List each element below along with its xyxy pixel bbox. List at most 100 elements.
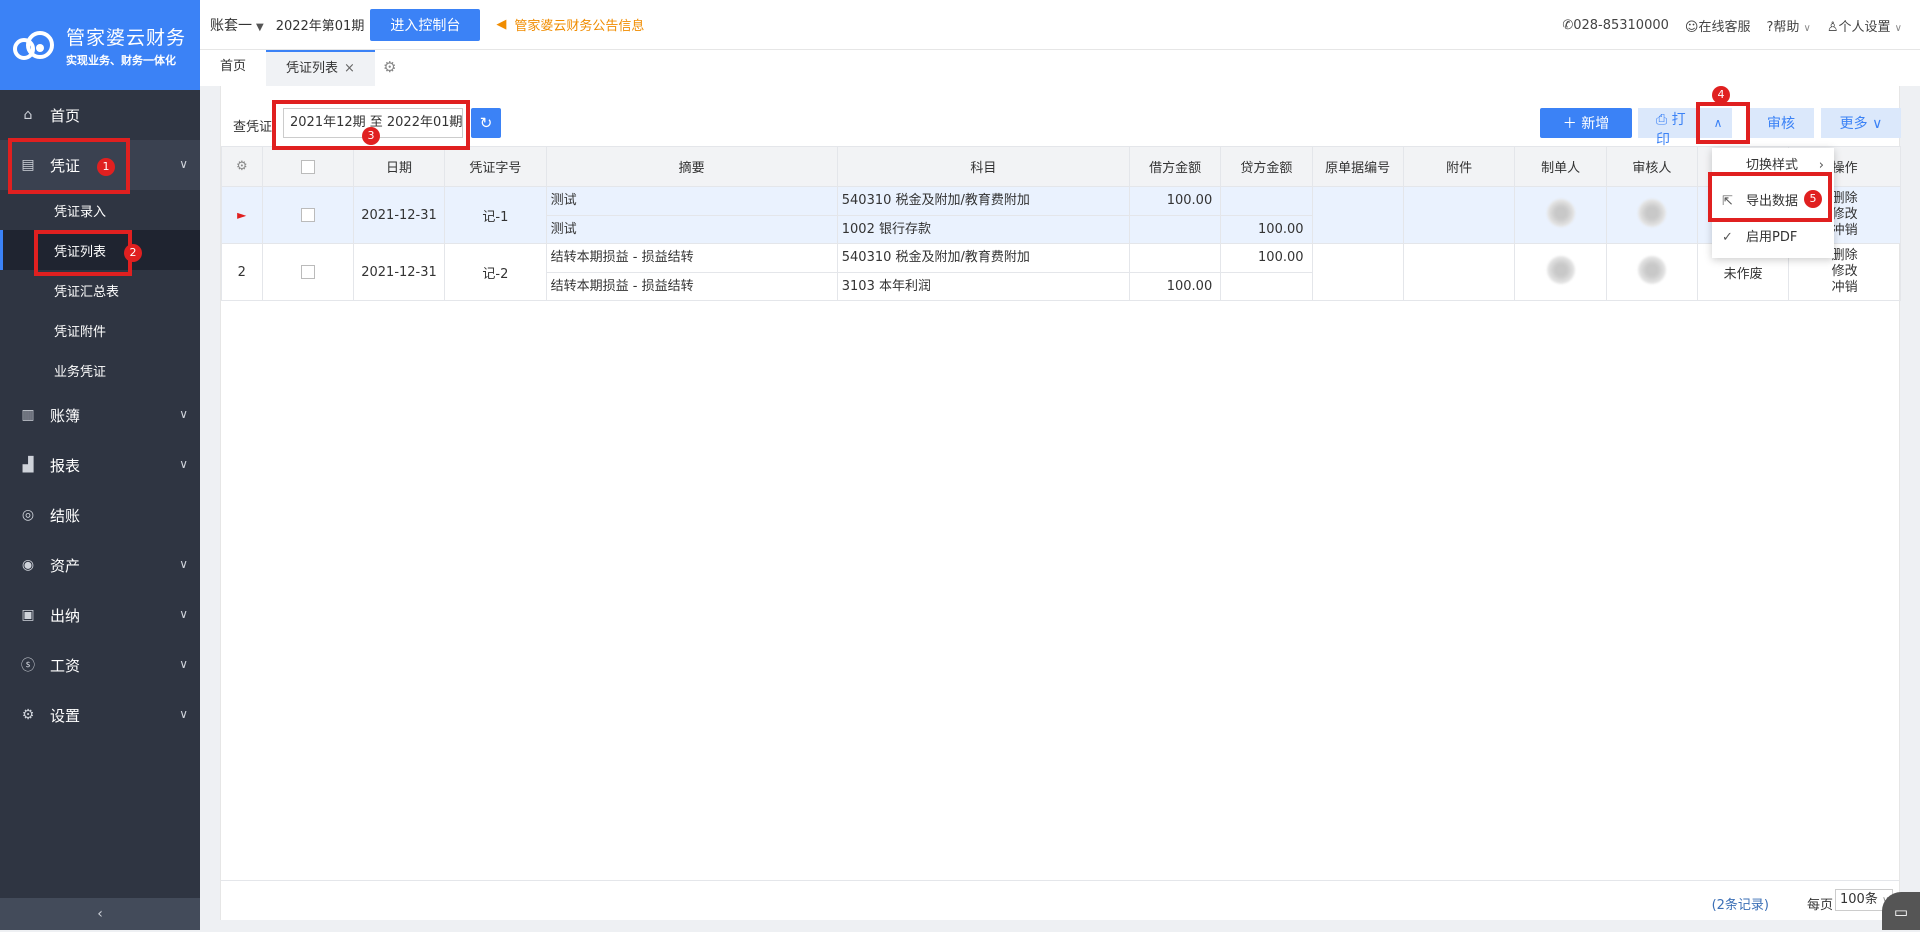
column-header[interactable]: 贷方金额 <box>1220 146 1313 187</box>
avatar <box>1546 256 1575 284</box>
sidebar-sub-voucher-attachment[interactable]: 凭证附件 <box>0 310 200 350</box>
sidebar-item-reports[interactable]: ▟ 报表 ∨ <box>0 440 200 490</box>
row-creator <box>1514 243 1607 301</box>
salary-icon: ⓢ <box>21 658 35 674</box>
row-date: 2021-12-31 <box>352 186 446 244</box>
add-button[interactable]: ＋ 新增 <box>1540 108 1632 138</box>
row-attachment <box>1402 186 1516 244</box>
tab-bar: 首页 凭证列表 × ⚙ <box>200 50 1920 86</box>
sidebar-item-cashier[interactable]: ▣ 出纳 ∨ <box>0 590 200 640</box>
row-date: 2021-12-31 <box>352 243 446 301</box>
row-attachment <box>1402 243 1516 301</box>
row-voucher-no[interactable]: 记-1 <box>444 186 547 244</box>
debit-amount: 100.00 <box>1166 193 1213 208</box>
audit-button[interactable]: 审核 <box>1748 108 1814 138</box>
sidebar-item-settings[interactable]: ⚙ 设置 ∨ <box>0 690 200 740</box>
tab-voucher-list[interactable]: 凭证列表 × <box>266 50 375 86</box>
summary-line: 测试 <box>546 215 837 243</box>
announcement-link[interactable]: 管家婆云财务公告信息 <box>514 15 644 34</box>
account-name: 账套一 <box>210 17 252 34</box>
help-menu[interactable]: ?帮助 ∨ <box>1766 16 1810 35</box>
enter-console-button[interactable]: 进入控制台 <box>370 8 481 41</box>
current-row-arrow-icon: ► <box>221 186 263 244</box>
phone-icon: ✆ <box>1562 17 1574 33</box>
chevron-down-icon: ∨ <box>179 657 188 671</box>
account-line: 540310 税金及附加/教育费附加 <box>841 193 1030 208</box>
credit-amount <box>1221 272 1312 300</box>
main-content: 查凭证 2021年12期 至 2022年01期 ∨ ↻ ＋ 新增 ⎙ 打印 ∧ … <box>220 86 1901 920</box>
sidebar-item-label: 出纳 <box>50 606 81 625</box>
column-header[interactable]: 附件 <box>1402 146 1516 187</box>
chevron-down-icon: ∨ <box>1803 22 1811 34</box>
sidebar-sub-voucher-entry[interactable]: 凭证录入 <box>0 190 200 230</box>
checkmark-icon: ✓ <box>1722 230 1733 245</box>
credit-amount: 100.00 <box>1258 250 1304 265</box>
annotation-badge-4: 4 <box>1712 86 1730 104</box>
row-reviewer <box>1605 186 1699 244</box>
summary-line: 结转本期损益 - 损益结转 <box>550 250 694 265</box>
chevron-down-icon: ∨ <box>179 557 188 571</box>
account-line: 1002 银行存款 <box>837 215 1129 243</box>
edit-link[interactable]: 修改 <box>1789 264 1900 280</box>
more-button[interactable]: 更多 ∨ <box>1821 108 1901 138</box>
home-icon: ⌂ <box>23 107 33 123</box>
user-icon: ♙ <box>1826 19 1839 35</box>
summary-line: 结转本期损益 - 损益结转 <box>546 272 837 300</box>
account-selector[interactable]: 账套一 ▼ <box>210 15 264 35</box>
sidebar-collapse-button[interactable]: ‹ <box>0 898 200 930</box>
row-voucher-no[interactable]: 记-2 <box>444 243 547 301</box>
select-all-checkbox[interactable] <box>261 146 354 187</box>
debit-amount <box>1129 215 1221 243</box>
column-header[interactable]: 凭证字号 <box>444 146 547 187</box>
row-account: 540310 税金及附加/教育费附加 1002 银行存款 <box>836 186 1130 244</box>
sidebar-sub-business-voucher[interactable]: 业务凭证 <box>0 350 200 390</box>
reverse-link[interactable]: 冲销 <box>1789 280 1900 296</box>
row-checkbox[interactable] <box>261 186 354 244</box>
table-row[interactable]: ► 2021-12-31 记-1 测试 测试 540310 税金及附加/教育费附… <box>221 186 1901 244</box>
sidebar-item-close-account[interactable]: ◎ 结账 <box>0 490 200 540</box>
column-header[interactable]: 借方金额 <box>1128 146 1222 187</box>
column-settings-gear-icon[interactable]: ⚙ <box>221 146 263 187</box>
column-header[interactable]: 日期 <box>352 146 446 187</box>
chat-icon: ☺ <box>1684 19 1699 35</box>
per-page-label: 每页 <box>1806 898 1833 913</box>
sidebar-item-home[interactable]: ⌂ 首页 <box>0 90 200 140</box>
column-header[interactable]: 审核人 <box>1605 146 1699 187</box>
logo-subtitle: 实现业务、财务一体化 <box>66 53 176 67</box>
avatar <box>1637 256 1666 284</box>
ledger-icon: ▥ <box>21 407 35 423</box>
column-header[interactable]: 科目 <box>836 146 1130 187</box>
annotation-badge-5: 5 <box>1804 190 1822 208</box>
enable-pdf-menu-item[interactable]: ✓ 启用PDF <box>1712 220 1834 256</box>
row-checkbox[interactable] <box>261 243 354 301</box>
summary-line: 测试 <box>550 193 577 208</box>
refresh-button[interactable]: ↻ <box>471 108 501 138</box>
close-icon[interactable]: × <box>344 61 355 76</box>
tab-settings-gear-icon[interactable]: ⚙ <box>383 50 396 86</box>
sidebar-item-ledger[interactable]: ▥ 账簿 ∨ <box>0 390 200 440</box>
speaker-icon: ◀ <box>496 17 507 32</box>
column-header[interactable]: 摘要 <box>545 146 838 187</box>
personal-settings-menu[interactable]: ♙个人设置 ∨ <box>1827 16 1902 35</box>
column-header[interactable]: 制单人 <box>1514 146 1607 187</box>
logo[interactable]: 管家婆云财务 实现业务、财务一体化 <box>0 0 200 90</box>
table-row[interactable]: 2 2021-12-31 记-2 结转本期损益 - 损益结转 结转本期损益 - … <box>221 243 1901 301</box>
credit-amount: 100.00 <box>1221 215 1312 243</box>
sidebar-item-assets[interactable]: ◉ 资产 ∨ <box>0 540 200 590</box>
chevron-down-icon: ∨ <box>1872 116 1883 132</box>
column-header[interactable]: 原单据编号 <box>1311 146 1404 187</box>
printer-icon: ⎙ <box>1656 112 1668 128</box>
online-service-link[interactable]: ☺在线客服 <box>1685 16 1751 35</box>
cloud-logo-icon <box>13 31 54 60</box>
annotation-badge-2: 2 <box>124 244 142 262</box>
tab-home[interactable]: 首页 <box>200 50 266 86</box>
cashier-icon: ▣ <box>21 607 35 623</box>
sidebar-item-salary[interactable]: ⓢ 工资 ∨ <box>0 640 200 690</box>
sidebar-sub-voucher-summary[interactable]: 凭证汇总表 <box>0 270 200 310</box>
sidebar-item-label: 账簿 <box>50 406 81 425</box>
print-button[interactable]: ⎙ 打印 <box>1638 108 1704 148</box>
chevron-down-icon: ∨ <box>1894 22 1902 34</box>
debit-amount: 100.00 <box>1129 272 1221 300</box>
caret-down-icon: ▼ <box>256 21 264 33</box>
chat-float-button[interactable]: ▭ <box>1882 892 1920 930</box>
